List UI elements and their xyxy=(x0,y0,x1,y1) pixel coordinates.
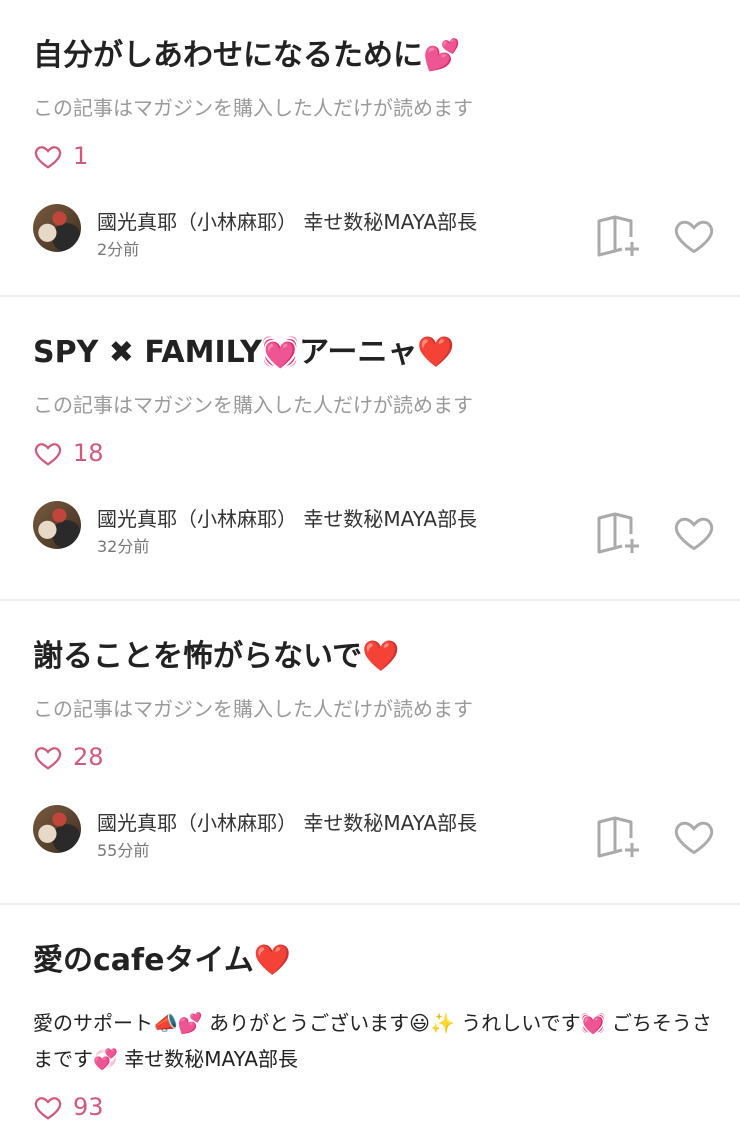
like-count-value: 18 xyxy=(73,439,104,467)
avatar[interactable] xyxy=(33,204,81,252)
magazine-add-icon[interactable] xyxy=(596,213,642,257)
author-row: 國光真耶（小林麻耶） 幸せ数秘MAYA部長 2分前 xyxy=(33,204,723,259)
article-title[interactable]: 愛のcafeタイム❤️ xyxy=(33,935,291,979)
avatar[interactable] xyxy=(33,805,81,853)
heart-icon xyxy=(34,146,62,169)
paid-notice: この記事はマガジンを購入した人だけが読めます xyxy=(33,96,473,120)
like-count[interactable]: 18 xyxy=(33,438,104,468)
like-count-value: 1 xyxy=(73,142,89,170)
heart-outline-icon[interactable] xyxy=(672,510,716,554)
author-row: 國光真耶（小林麻耶） 幸せ数秘MAYA部長 32分前 xyxy=(33,501,723,556)
heart-icon xyxy=(34,1097,62,1120)
like-count[interactable]: 1 xyxy=(33,141,88,171)
avatar[interactable] xyxy=(33,501,81,549)
article-title[interactable]: SPY ✖ FAMILY💓アーニャ❤️ xyxy=(33,327,455,371)
article-title[interactable]: 自分がしあわせになるために💕 xyxy=(33,30,460,74)
post-time: 32分前 xyxy=(97,537,150,556)
article-card[interactable]: 謝ることを怖がらないで❤️ この記事はマガジンを購入した人だけが読めます 28 … xyxy=(0,601,740,905)
article-card[interactable]: 愛のcafeタイム❤️ 愛のサポート📣💕 ありがとうございます😃✨ うれしいです… xyxy=(0,905,740,1142)
author-name[interactable]: 國光真耶（小林麻耶） 幸せ数秘MAYA部長 xyxy=(97,206,477,235)
magazine-add-icon[interactable] xyxy=(596,814,642,858)
paid-notice: この記事はマガジンを購入した人だけが読めます xyxy=(33,393,473,417)
article-excerpt: 愛のサポート📣💕 ありがとうございます😃✨ うれしいです💓 ごちそうさまです💞 … xyxy=(33,1011,712,1071)
author-name[interactable]: 國光真耶（小林麻耶） 幸せ数秘MAYA部長 xyxy=(97,503,477,532)
magazine-add-icon[interactable] xyxy=(596,510,642,554)
author-name[interactable]: 國光真耶（小林麻耶） 幸せ数秘MAYA部長 xyxy=(97,807,477,836)
heart-icon xyxy=(34,443,62,466)
post-time: 55分前 xyxy=(97,841,150,860)
post-time: 2分前 xyxy=(97,240,140,259)
heart-outline-icon[interactable] xyxy=(672,814,716,858)
article-card[interactable]: SPY ✖ FAMILY💓アーニャ❤️ この記事はマガジンを購入した人だけが読め… xyxy=(0,297,740,601)
like-count[interactable]: 93 xyxy=(33,1092,104,1122)
heart-icon xyxy=(34,747,62,770)
like-count-value: 93 xyxy=(73,1093,104,1121)
paid-notice: この記事はマガジンを購入した人だけが読めます xyxy=(33,697,473,721)
like-count-value: 28 xyxy=(73,743,104,771)
like-count[interactable]: 28 xyxy=(33,742,104,772)
author-row: 國光真耶（小林麻耶） 幸せ数秘MAYA部長 55分前 xyxy=(33,805,723,860)
article-card[interactable]: 自分がしあわせになるために💕 この記事はマガジンを購入した人だけが読めます 1 … xyxy=(0,0,740,297)
article-title[interactable]: 謝ることを怖がらないで❤️ xyxy=(33,631,399,675)
heart-outline-icon[interactable] xyxy=(672,213,716,257)
